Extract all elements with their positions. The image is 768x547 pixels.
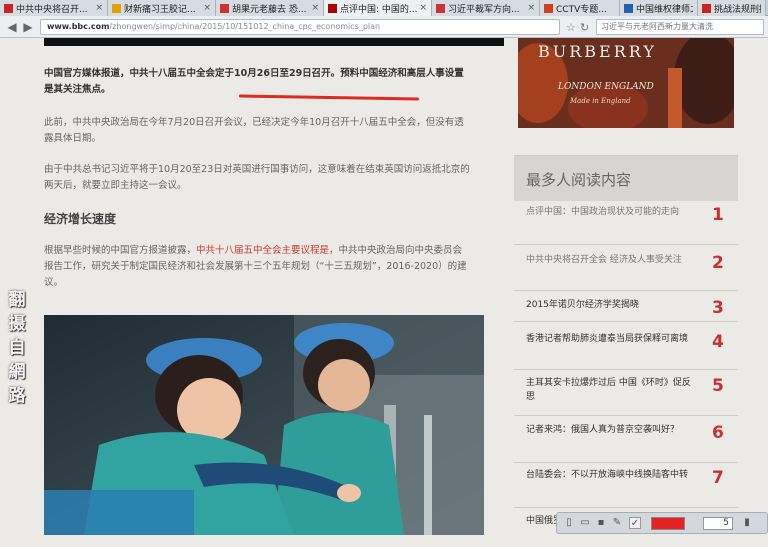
tab-title: 财新痛习王胶记... xyxy=(124,4,196,15)
ad-line: Made in England xyxy=(570,97,631,105)
most-read-title: 最多人阅读内容 xyxy=(526,171,632,189)
close-icon[interactable]: × xyxy=(93,3,103,13)
ad-line: LONDON ENGLAND xyxy=(558,82,654,92)
address-bar: ◀ ▶ www.bbc.com/zhongwen/simp/china/2015… xyxy=(0,16,768,38)
most-read-link[interactable]: 香港记者帮助肺炎遭泰当局获保释可离境 xyxy=(526,332,691,346)
tab-title: 点评中国: 中国的... xyxy=(340,4,418,15)
back-icon[interactable]: ◀ xyxy=(4,19,20,35)
paragraph-link[interactable]: 中共十八届五中全会主要议程是， xyxy=(196,245,339,256)
article-body: 中国官方媒体报道，中共十八届五中全会定于10月26日至29日召开。预料中国经济和… xyxy=(34,38,510,547)
copy-icon[interactable]: ▭ xyxy=(579,517,591,529)
browser-tab[interactable]: 挑战法规刑拘律... xyxy=(698,0,766,16)
rank-number: 7 xyxy=(712,468,724,488)
favicon-icon xyxy=(436,3,445,13)
lead-text: 中国官方媒体报道， xyxy=(44,68,130,79)
article-paragraph: 由于中共总书记习近平将于10月20至23日对英国进行国事访问，这意味着在结束英国… xyxy=(44,164,470,191)
close-icon[interactable]: × xyxy=(525,3,535,13)
slider-icon[interactable]: ▮ xyxy=(741,517,753,529)
most-read-item[interactable]: 台陆委会：不以开放海峡中线换陆客中转 7 xyxy=(514,468,738,508)
rank-number: 2 xyxy=(712,253,724,273)
article-photo xyxy=(44,315,484,535)
most-read-link[interactable]: 中共中央将召开全会 经济及人事受关注 xyxy=(526,253,691,267)
tab-title: 中国维权律师之... xyxy=(636,4,693,15)
pen-icon[interactable]: ✎ xyxy=(611,517,623,529)
most-read-item[interactable]: 点评中国：中国政治现状及可能的走向 1 xyxy=(514,205,738,245)
favicon-icon xyxy=(112,3,121,13)
tab-title: CCTV专题... xyxy=(556,4,607,15)
favicon-icon xyxy=(702,3,711,13)
rank-number: 3 xyxy=(712,298,724,318)
favicon-icon xyxy=(544,3,553,13)
lead-highlight: 中共十八届五中全会定于10月26日至29日召开。 xyxy=(129,68,341,79)
most-read-header: 最多人阅读内容 xyxy=(514,155,738,201)
annotation-toolbar: ▯ ▭ ▪ ✎ ✓ 5 ▮ xyxy=(556,512,768,534)
browser-tab[interactable]: 中共中央将召开... × xyxy=(0,0,108,16)
most-read-link[interactable]: 主耳其安卡拉爆炸过后 中国《环时》促反思 xyxy=(526,376,691,404)
browser-tab[interactable]: 胡果元老藤去 恐... × xyxy=(216,0,324,16)
tab-title: 中共中央将召开... xyxy=(16,4,88,15)
screen-icon[interactable]: ▪ xyxy=(595,517,607,529)
bookmark-star-icon[interactable]: ☆ xyxy=(566,21,576,34)
most-read-link[interactable]: 点评中国：中国政治现状及可能的走向 xyxy=(526,205,691,219)
search-input[interactable]: 习近平与元老阿西新力量大清洗 xyxy=(596,19,764,35)
favicon-icon xyxy=(4,3,13,13)
browser-tab-active[interactable]: 点评中国: 中国的... × xyxy=(324,0,432,16)
web-page: 翻摄自網路 中国官方媒体报道，中共十八届五中全会定于10月26日至29日召开。预… xyxy=(0,38,768,547)
article-paragraph: 根据早些时候的中国官方报道披露，中共十八届五中全会主要议程是，中共中央政治局向中… xyxy=(44,243,470,291)
rank-number: 4 xyxy=(712,332,724,352)
most-read-item[interactable]: 香港记者帮助肺炎遭泰当局获保释可离境 4 xyxy=(514,332,738,370)
rank-number: 1 xyxy=(712,205,724,225)
watermark-caption: 翻摄自網路 xyxy=(8,290,26,406)
most-read-link[interactable]: 2015年诺贝尔经济学奖揭晓 xyxy=(526,298,691,312)
tab-title: 胡果元老藤去 恐... xyxy=(232,4,307,15)
browser-tab[interactable]: 习近平裁军方向... × xyxy=(432,0,540,16)
paragraph-text: 根据早些时候的中国官方报道披露， xyxy=(44,245,197,256)
close-icon[interactable]: × xyxy=(309,3,319,13)
most-read-link[interactable]: 台陆委会：不以开放海峡中线换陆客中转 xyxy=(526,468,691,482)
article-paragraph: 此前，中共中央政治局在今年7月20日召开会议，已经决定今年10月召开十八届五中全… xyxy=(44,117,464,144)
close-icon[interactable]: × xyxy=(417,3,427,13)
favicon-icon xyxy=(220,3,229,13)
url-path: /zhongwen/simp/china/2015/10/151012_chin… xyxy=(109,22,381,31)
tab-title: 习近平裁军方向... xyxy=(448,4,520,15)
highlighter-icon[interactable]: ✓ xyxy=(629,517,641,529)
favicon-icon xyxy=(624,3,633,13)
most-read-panel: 最多人阅读内容 点评中国：中国政治现状及可能的走向 1 中共中央将召开全会 经济… xyxy=(514,155,738,547)
search-text: 习近平与元老阿西新力量大清洗 xyxy=(601,22,713,31)
tab-title: 挑战法规刑拘律... xyxy=(714,4,761,15)
browser-window: 中共中央将召开... × 财新痛习王胶记... × 胡果元老藤去 恐... × 点评中… xyxy=(0,0,768,547)
ad-brand: BURBERRY xyxy=(538,42,657,61)
article-lead: 中国官方媒体报道，中共十八届五中全会定于10月26日至29日召开。预料中国经济和… xyxy=(44,66,470,98)
rank-number: 6 xyxy=(712,423,724,443)
forward-icon[interactable]: ▶ xyxy=(20,19,36,35)
page-icon[interactable]: ▯ xyxy=(563,517,575,529)
favicon-icon xyxy=(328,3,337,13)
most-read-item[interactable]: 2015年诺贝尔经济学奖揭晓 3 xyxy=(514,298,738,322)
tab-strip: 中共中央将召开... × 财新痛习王胶记... × 胡果元老藤去 恐... × 点评中… xyxy=(0,0,768,16)
pen-size-field[interactable]: 5 xyxy=(703,517,733,530)
close-icon[interactable]: × xyxy=(201,3,211,13)
most-read-item[interactable]: 主耳其安卡拉爆炸过后 中国《环时》促反思 5 xyxy=(514,376,738,416)
article-header-bar xyxy=(44,38,504,46)
url-host: www.bbc.com xyxy=(47,22,110,31)
most-read-link[interactable]: 记者来鸿：俄国人真为普京空袭叫好？ xyxy=(526,423,691,437)
url-input[interactable]: www.bbc.com/zhongwen/simp/china/2015/10/… xyxy=(40,19,560,35)
most-read-item[interactable]: 中共中央将召开全会 经济及人事受关注 2 xyxy=(514,253,738,291)
pen-color-swatch[interactable] xyxy=(651,517,685,530)
browser-tab[interactable]: 中国维权律师之... xyxy=(620,0,698,16)
section-heading: 经济增长速度 xyxy=(44,212,117,226)
rank-number: 5 xyxy=(712,376,724,396)
burberry-ad-banner[interactable]: BURBERRY LONDON ENGLAND Made in England xyxy=(518,38,734,128)
browser-tab[interactable]: CCTV专题... xyxy=(540,0,620,16)
browser-tab[interactable]: 财新痛习王胶记... × xyxy=(108,0,216,16)
reload-icon[interactable]: ↻ xyxy=(580,21,589,34)
most-read-item[interactable]: 记者来鸿：俄国人真为普京空袭叫好？ 6 xyxy=(514,423,738,463)
factory-workers-image xyxy=(44,315,484,535)
